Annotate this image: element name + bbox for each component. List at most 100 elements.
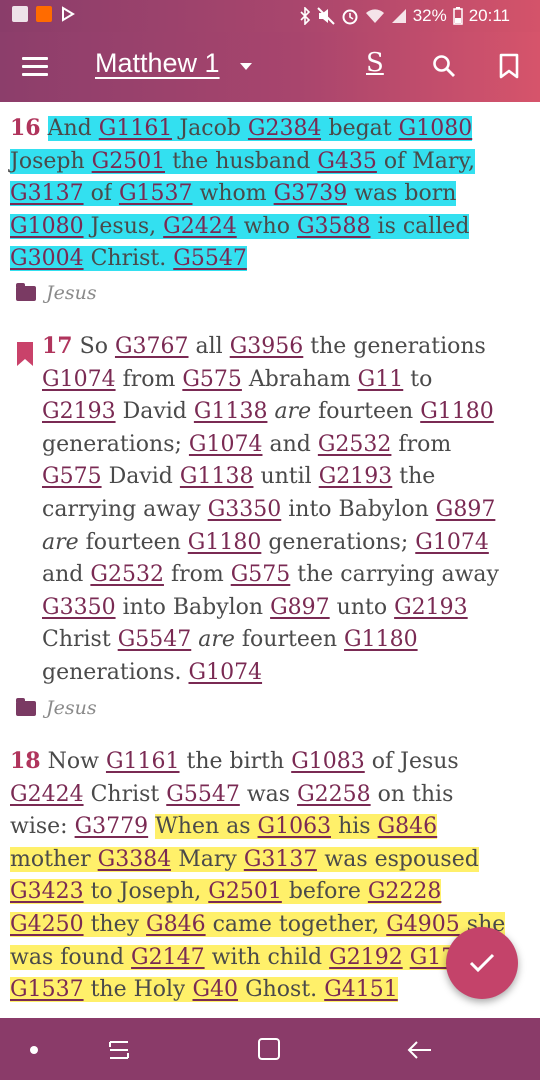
verse-bookmark-icon[interactable] (16, 342, 34, 366)
verse-17[interactable]: 17 So G3767 all G3956 the generations G1… (42, 330, 502, 690)
verse-word: fourteen (318, 399, 414, 425)
search-icon[interactable] (432, 54, 456, 78)
strongs-link[interactable]: G1080 (10, 213, 84, 239)
verse-word: and (269, 431, 311, 457)
strongs-link[interactable]: G2258 (297, 782, 371, 807)
strongs-link[interactable]: G3956 (230, 334, 304, 359)
chevron-down-icon[interactable] (240, 63, 252, 70)
verse-word: to (410, 366, 433, 392)
strongs-link[interactable]: G846 (146, 911, 206, 937)
strongs-link[interactable]: G3588 (296, 213, 371, 239)
check-icon (469, 953, 495, 973)
verse-word: the birth (186, 749, 285, 774)
strongs-link[interactable]: G5547 (166, 782, 240, 807)
bible-text-view[interactable]: 16 And G1161 Jacob G2384 begat G1080 Jos… (0, 102, 540, 1018)
strongs-link[interactable]: G1074 (415, 530, 489, 555)
strongs-link[interactable]: G1080 (398, 116, 473, 141)
strongs-link[interactable]: G1138 (180, 464, 254, 489)
strongs-link[interactable]: G1138 (194, 399, 268, 424)
menu-icon[interactable] (22, 57, 48, 77)
verse-16[interactable]: 16 And G1161 Jacob G2384 begat G1080 Jos… (10, 112, 510, 276)
verse-16-tag[interactable]: Jesus (16, 282, 97, 304)
strongs-link[interactable]: G1083 (291, 749, 365, 774)
back-icon[interactable] (407, 1038, 433, 1062)
confirm-button[interactable] (446, 927, 518, 999)
strongs-link[interactable]: G2228 (367, 879, 442, 905)
verse-word: was (246, 781, 291, 807)
strongs-link[interactable]: G1063 (257, 814, 332, 840)
strongs-link[interactable]: G3004 (10, 246, 84, 272)
strongs-link[interactable]: G1537 (10, 977, 84, 1003)
verse-word: the Holy (90, 977, 186, 1003)
verse-word: of Jesus (371, 749, 459, 774)
nav-dot-icon[interactable] (30, 1046, 38, 1054)
strongs-link[interactable]: G1180 (344, 627, 418, 652)
strongs-link[interactable]: G2193 (42, 399, 116, 424)
strongs-link[interactable]: G2147 (131, 944, 205, 970)
strongs-link[interactable]: G3779 (75, 814, 149, 839)
strongs-link[interactable]: G11 (358, 367, 404, 392)
strongs-link[interactable]: G3350 (208, 497, 282, 522)
strongs-link[interactable]: G3137 (243, 846, 318, 872)
verse-word: Abraham (248, 366, 351, 392)
verse-word: Ghost. (245, 977, 318, 1003)
strongs-link[interactable]: G5547 (118, 627, 192, 652)
strongs-link[interactable]: G1537 (118, 181, 193, 207)
strongs-link[interactable]: G2384 (247, 116, 322, 141)
strongs-link[interactable]: G1180 (420, 399, 494, 424)
strongs-link[interactable]: G2532 (90, 562, 164, 587)
verse-word: who (243, 213, 290, 239)
strongs-link[interactable]: G1074 (42, 367, 116, 392)
strongs-link[interactable]: G846 (377, 814, 438, 840)
verse-word: David (122, 399, 187, 425)
verse-word: the husband (172, 148, 311, 174)
strongs-link[interactable]: G3384 (97, 846, 172, 872)
chapter-selector[interactable]: Matthew 1 (95, 48, 220, 79)
strongs-link[interactable]: G4250 (10, 911, 84, 937)
strongs-link[interactable]: G3767 (115, 334, 189, 359)
strongs-link[interactable]: G575 (231, 562, 291, 587)
verse-word: generations; (42, 431, 182, 457)
strongs-link[interactable]: G897 (270, 595, 330, 620)
strongs-link[interactable]: G1074 (189, 432, 263, 457)
play-store-icon (62, 6, 75, 22)
strongs-link[interactable]: G2193 (319, 464, 393, 489)
strongs-link[interactable]: G1180 (188, 530, 262, 555)
strongs-link[interactable]: G2192 (329, 944, 403, 970)
strongs-link[interactable]: G435 (317, 148, 377, 174)
strongs-toggle-button[interactable]: S (366, 48, 384, 78)
strongs-link[interactable]: G4151 (324, 977, 398, 1003)
home-icon[interactable] (257, 1037, 281, 1061)
strongs-link[interactable]: G3739 (273, 181, 348, 207)
verse-word: Joseph (10, 148, 85, 174)
recent-apps-icon[interactable] (106, 1038, 132, 1062)
mute-icon (316, 7, 335, 25)
bookmark-icon[interactable] (497, 53, 521, 79)
verse-word: whom (199, 181, 267, 207)
strongs-link[interactable]: G2532 (318, 432, 392, 457)
strongs-link[interactable]: G4905 (386, 911, 460, 937)
verse-18[interactable]: 18 Now G1161 the birth G1083 of Jesus G2… (10, 745, 510, 1007)
verse-word: and (42, 562, 84, 588)
tag-label: Jesus (46, 282, 97, 304)
strongs-link[interactable]: G2424 (163, 213, 237, 239)
strongs-link[interactable]: G40 (192, 977, 239, 1003)
strongs-link[interactable]: G2424 (10, 782, 84, 807)
strongs-link[interactable]: G5547 (173, 246, 247, 272)
strongs-link[interactable]: G2501 (91, 148, 166, 174)
strongs-link[interactable]: G2501 (208, 879, 282, 905)
strongs-link[interactable]: G575 (42, 464, 102, 489)
strongs-link[interactable]: G3423 (10, 879, 84, 905)
strongs-link[interactable]: G3137 (10, 181, 84, 207)
verse-17-tag[interactable]: Jesus (16, 697, 97, 719)
strongs-link[interactable]: G1161 (106, 749, 180, 774)
strongs-link[interactable]: G3350 (42, 595, 116, 620)
verse-word: Jesus, (90, 213, 157, 239)
strongs-link[interactable]: G2193 (394, 595, 468, 620)
strongs-link[interactable]: G1074 (189, 660, 263, 685)
verse-word: Now (47, 749, 99, 774)
strongs-link[interactable]: G575 (182, 367, 242, 392)
strongs-link[interactable]: G897 (436, 497, 496, 522)
strongs-link[interactable]: G1161 (98, 116, 173, 141)
alarm-icon (342, 9, 358, 25)
